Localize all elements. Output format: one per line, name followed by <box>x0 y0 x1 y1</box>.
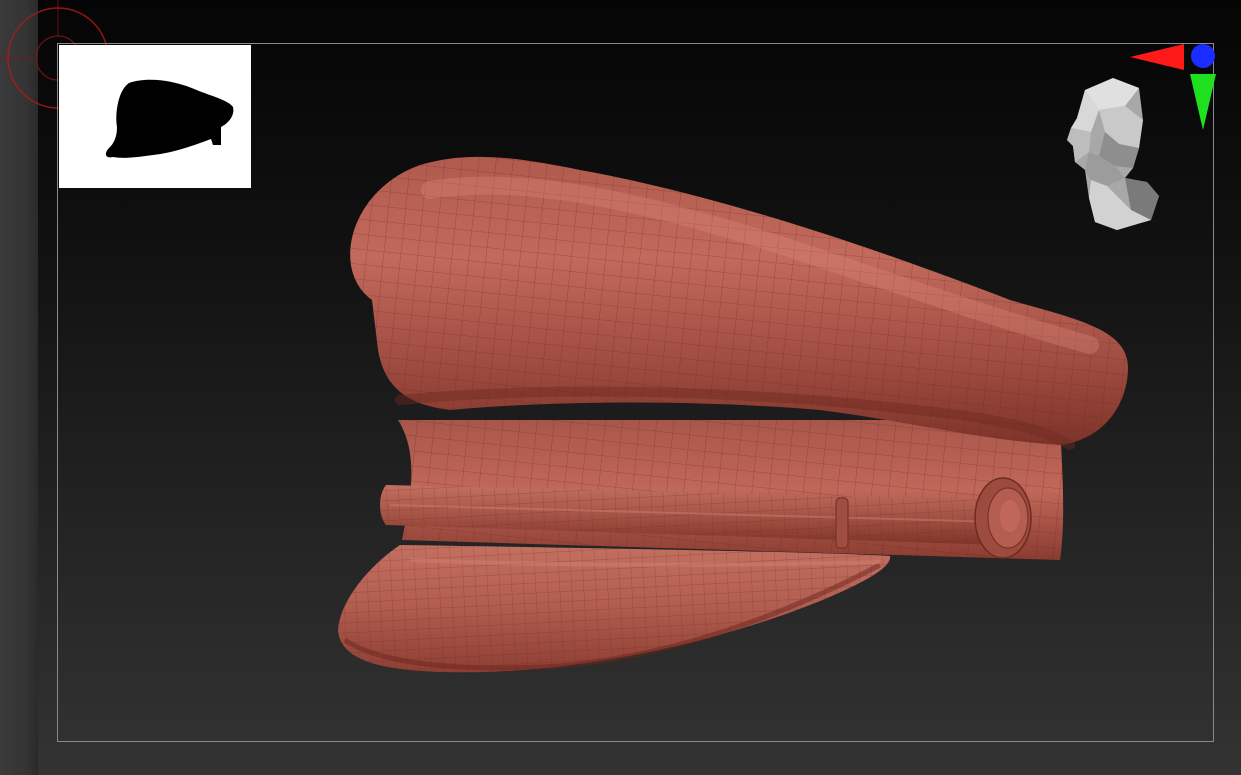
z-axis-dot-icon[interactable] <box>1191 44 1215 68</box>
y-axis-arrow-icon[interactable] <box>1190 74 1216 130</box>
axis-gizmo[interactable] <box>1124 40 1224 135</box>
x-axis-arrow-icon[interactable] <box>1130 44 1184 70</box>
